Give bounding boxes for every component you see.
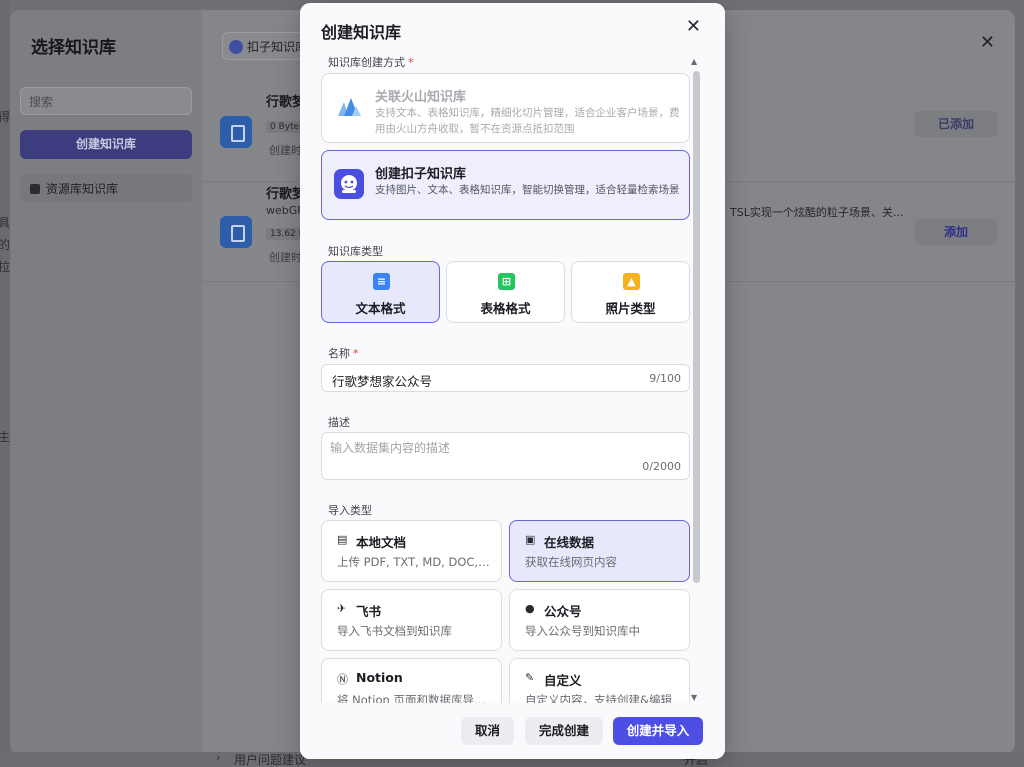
tab-label: 扣子知识库: [247, 40, 308, 54]
feishu-icon: ✈: [337, 602, 347, 615]
import-title: 在线数据: [544, 535, 595, 550]
finish-create-button[interactable]: 完成创建: [525, 717, 603, 745]
created-time: 创建时: [269, 251, 302, 264]
notion-icon: Ⓝ: [337, 673, 348, 686]
page-left-edge: 得 具 的 拉 主: [0, 0, 10, 767]
import-title: 自定义: [544, 673, 582, 688]
edit-note-icon: ✎: [525, 671, 535, 684]
knowledge-description: TSL实现一个炫酷的粒子场景、关…: [730, 206, 904, 219]
library-icon: [30, 184, 40, 194]
document-icon: [220, 216, 252, 248]
import-description: 上传 PDF, TXT, MD, DOC, DOCX 格式的本地文件: [337, 555, 492, 569]
type-text-format[interactable]: ≡ 文本格式: [321, 261, 440, 323]
import-description: 导入公众号到知识库中: [525, 624, 640, 638]
image-icon: ▲: [623, 273, 640, 290]
sidebar-item-label: 资源库知识库: [46, 182, 119, 196]
wechat-icon: ●: [525, 602, 535, 615]
method-description: 支持图片、文本、表格知识库，智能切换管理，适合轻量检索场景: [375, 184, 680, 196]
method-description: 支持文本、表格知识库，精细化切片管理，适合企业客户场景，费用由火山方舟收取，暂不…: [375, 107, 680, 135]
volcano-logo-icon: [334, 92, 364, 122]
edge-text: 具: [0, 216, 11, 230]
type-label: 照片类型: [605, 301, 656, 316]
description-placeholder: 输入数据集内容的描述: [330, 441, 451, 455]
import-title: 公众号: [544, 604, 582, 619]
document-icon: [220, 116, 252, 148]
import-description: 导入飞书文档到知识库: [337, 624, 452, 638]
import-wechat-official[interactable]: ● 公众号 导入公众号到知识库中: [509, 589, 690, 651]
close-icon[interactable]: ✕: [686, 17, 701, 37]
scroll-up-arrow-icon[interactable]: ▲: [691, 57, 697, 66]
type-section-label: 知识库类型: [328, 245, 383, 258]
knowledge-subtitle: webGP: [266, 204, 304, 217]
dialog-footer: 取消 完成创建 创建并导入: [300, 703, 725, 759]
add-button[interactable]: 添加: [914, 219, 998, 245]
name-value: 行歌梦想家公众号: [332, 374, 433, 389]
outer-modal-sidebar: 选择知识库 搜索 创建知识库 资源库知识库: [10, 10, 202, 754]
import-title: 飞书: [356, 604, 382, 619]
edge-text: 的: [0, 238, 11, 252]
method-title: 关联火山知识库: [375, 90, 467, 105]
type-photo[interactable]: ▲ 照片类型: [571, 261, 690, 323]
method-title: 创建扣子知识库: [375, 167, 467, 182]
text-document-icon: ≡: [373, 273, 390, 290]
created-time: 创建时: [269, 144, 302, 157]
close-icon[interactable]: ✕: [980, 32, 995, 53]
type-label: 表格格式: [480, 301, 531, 316]
import-section-label: 导入类型: [328, 504, 372, 517]
method-section-label: 知识库创建方式 *: [328, 56, 414, 69]
chevron-right-icon: ›: [216, 751, 221, 764]
added-button[interactable]: 已添加: [914, 111, 998, 137]
cancel-button[interactable]: 取消: [461, 717, 514, 745]
name-section-label: 名称 *: [328, 347, 359, 360]
web-page-icon: ▣: [525, 533, 536, 546]
description-field[interactable]: 输入数据集内容的描述 0/2000: [321, 432, 690, 480]
table-icon: ⊞: [498, 273, 515, 290]
create-knowledge-button[interactable]: 创建知识库: [20, 130, 192, 159]
name-char-count: 9/100: [649, 372, 681, 385]
method-coze-knowledge[interactable]: 创建扣子知识库 支持图片、文本、表格知识库，智能切换管理，适合轻量检索场景: [321, 150, 690, 220]
coze-logo-icon: [334, 169, 364, 199]
import-feishu[interactable]: ✈ 飞书 导入飞书文档到知识库: [321, 589, 502, 651]
description-char-count: 0/2000: [642, 460, 681, 473]
edge-text: 拉: [0, 260, 11, 274]
create-and-import-button[interactable]: 创建并导入: [613, 717, 703, 745]
import-title: 本地文档: [356, 535, 407, 550]
search-input[interactable]: 搜索: [20, 87, 192, 115]
type-label: 文本格式: [355, 301, 406, 316]
edge-text: 得: [0, 110, 11, 124]
import-online-data[interactable]: ▣ 在线数据 获取在线网页内容: [509, 520, 690, 582]
sidebar-item-resource-library[interactable]: 资源库知识库: [20, 174, 192, 202]
file-icon: ▤: [337, 533, 348, 546]
coze-icon: [229, 40, 243, 54]
name-field[interactable]: 行歌梦想家公众号 9/100: [321, 364, 690, 392]
import-title: Notion: [356, 670, 403, 685]
method-volcano-knowledge[interactable]: 关联火山知识库 支持文本、表格知识库，精细化切片管理，适合企业客户场景，费用由火…: [321, 73, 690, 143]
type-table-format[interactable]: ⊞ 表格格式: [446, 261, 565, 323]
import-description: 获取在线网页内容: [525, 555, 617, 569]
outer-modal-title: 选择知识库: [31, 38, 116, 58]
dialog-title: 创建知识库: [321, 23, 402, 42]
desc-section-label: 描述: [328, 416, 350, 429]
scrollbar-thumb[interactable]: [693, 71, 700, 583]
size-badge: 0 Byte: [266, 121, 304, 133]
row-label: 用户问题建议: [234, 753, 307, 767]
import-local-document[interactable]: ▤ 本地文档 上传 PDF, TXT, MD, DOC, DOCX 格式的本地文…: [321, 520, 502, 582]
scroll-down-arrow-icon[interactable]: ▼: [691, 693, 697, 702]
edge-text: 主: [0, 430, 11, 444]
create-knowledge-dialog: 创建知识库 ✕ 知识库创建方式 * 关联火山知识库 支持文本、表格知识库，精细化切…: [300, 3, 725, 759]
